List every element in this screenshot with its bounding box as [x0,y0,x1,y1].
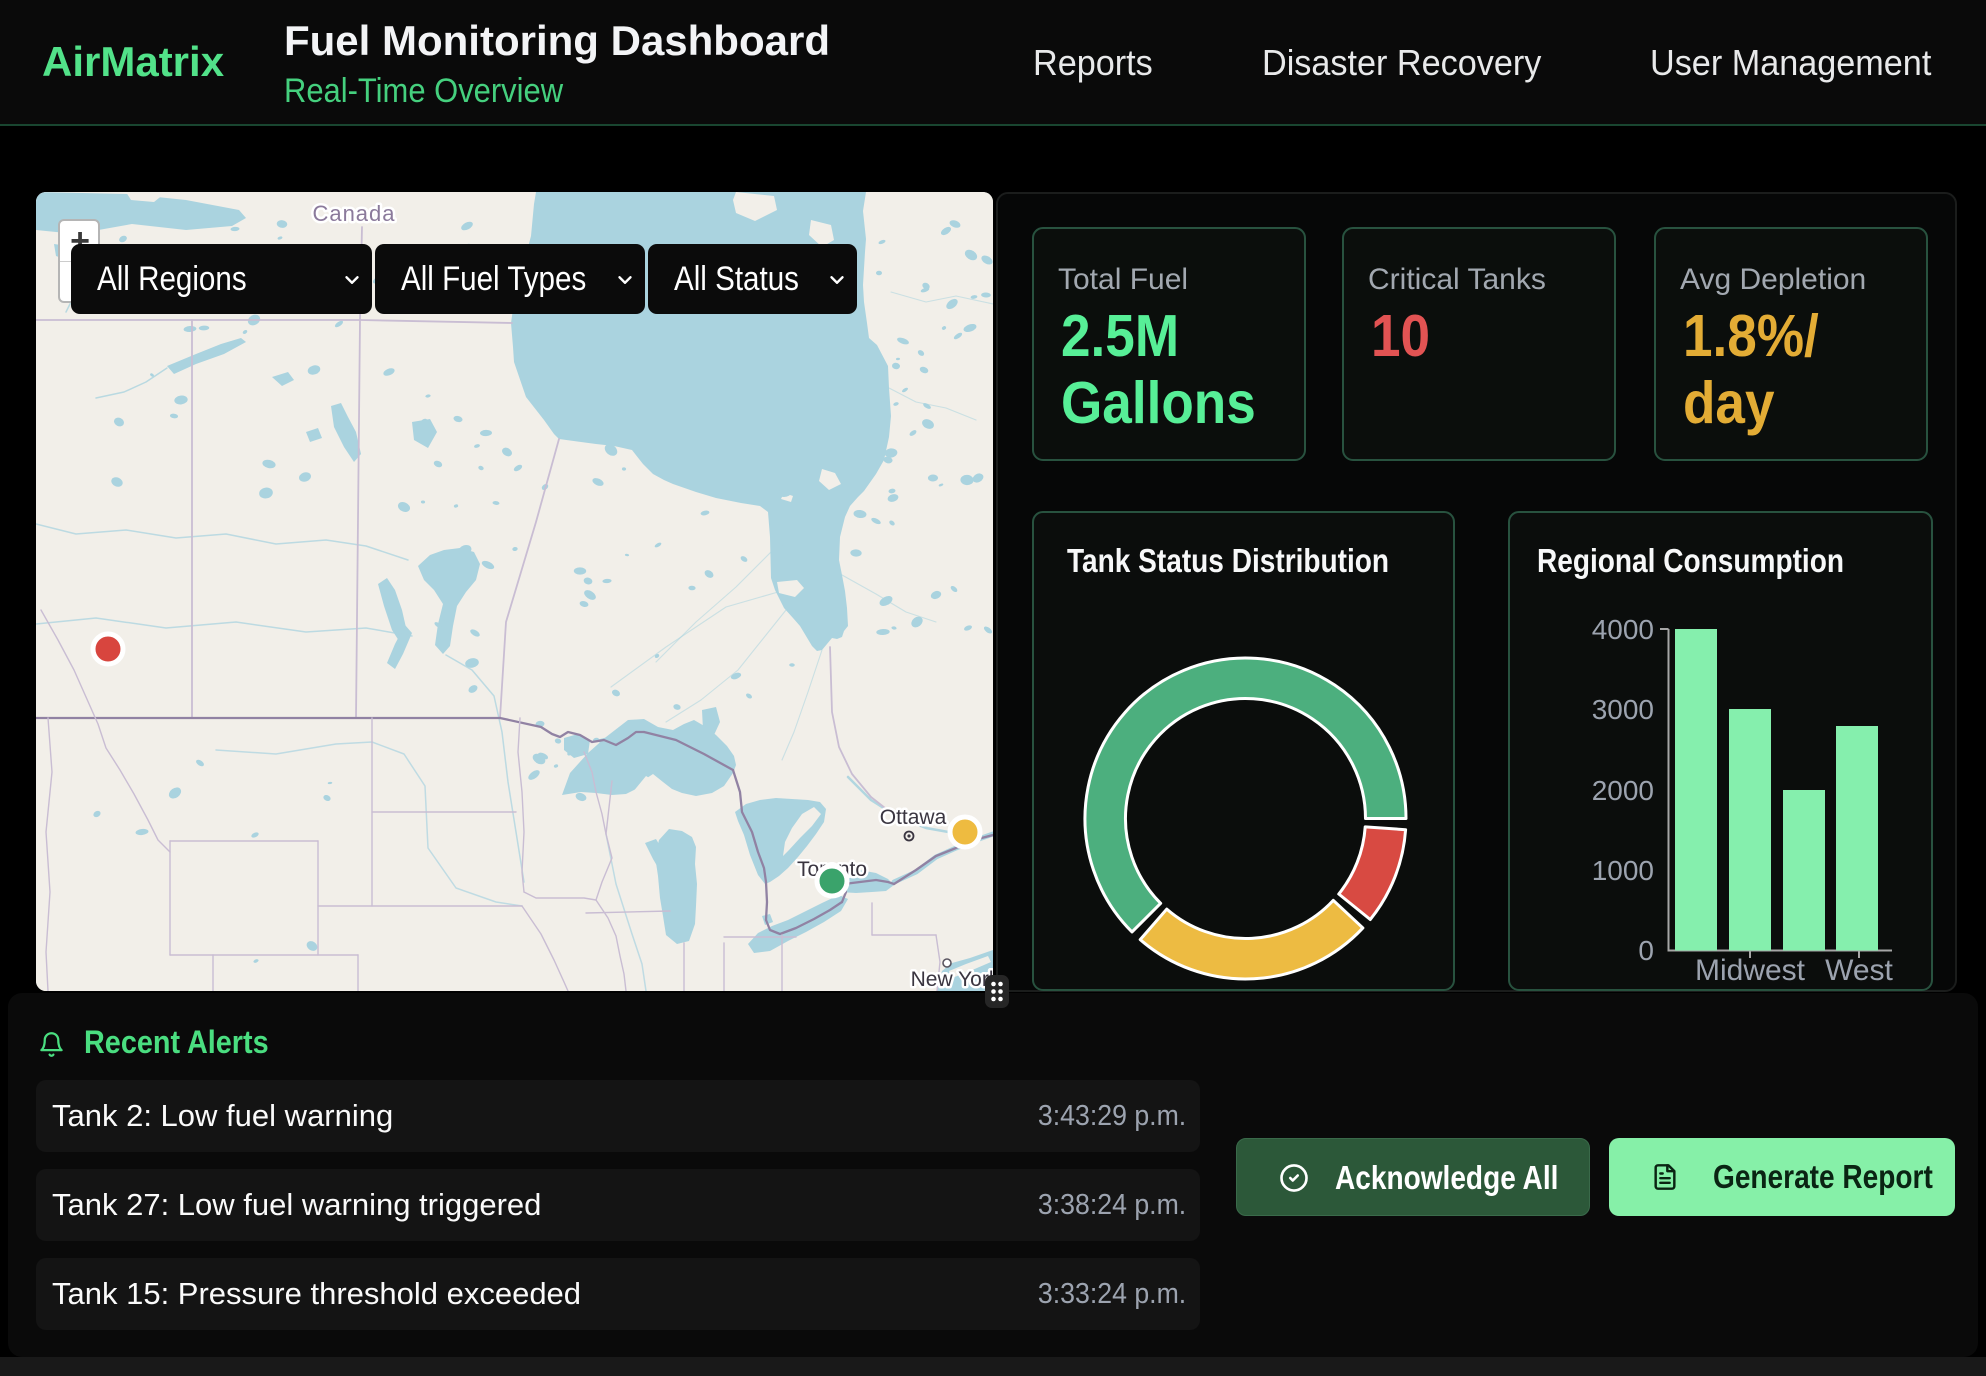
svg-text:Midwest: Midwest [1695,954,1806,987]
svg-text:2000: 2000 [1592,775,1654,806]
svg-text:4000: 4000 [1592,614,1654,645]
svg-text:West: West [1825,954,1893,987]
svg-text:Ottawa: Ottawa [880,806,947,829]
svg-text:Canada: Canada [312,201,395,226]
svg-text:1000: 1000 [1592,855,1654,886]
svg-text:0: 0 [1638,935,1654,966]
svg-text:3000: 3000 [1592,694,1654,725]
svg-text:New York: New York [911,968,993,991]
